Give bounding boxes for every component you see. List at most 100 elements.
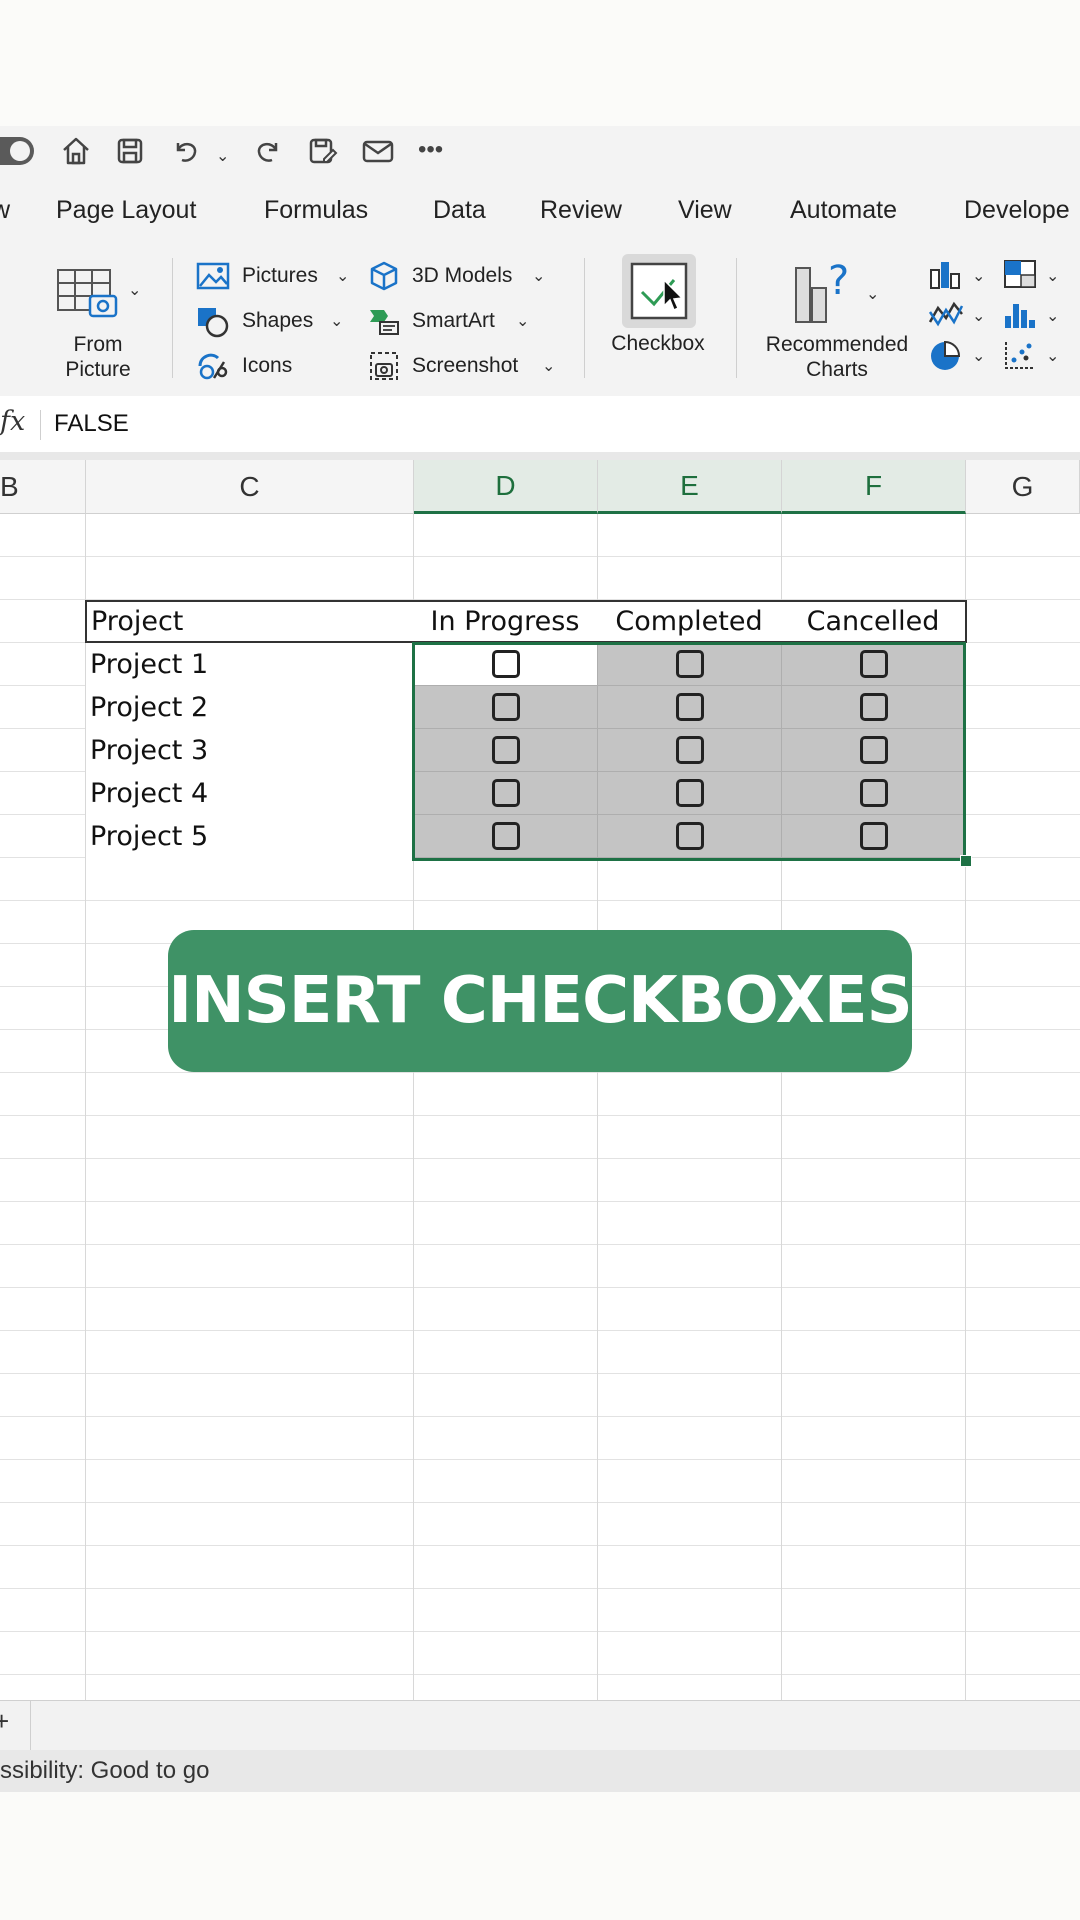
undo-icon[interactable]: [166, 131, 206, 171]
from-picture-chevron-down-icon[interactable]: ⌄: [128, 280, 141, 300]
table-row-name[interactable]: Project 5: [86, 815, 413, 858]
column-header-f[interactable]: F: [782, 460, 966, 514]
autosave-toggle[interactable]: [0, 137, 34, 165]
checkbox-input[interactable]: [859, 822, 888, 850]
checkbox-input[interactable]: [859, 693, 888, 721]
add-sheet-button[interactable]: +: [0, 1706, 9, 1737]
table-row-name[interactable]: Project 4: [86, 772, 413, 815]
home-icon[interactable]: [56, 131, 96, 171]
tab-review[interactable]: Review: [540, 196, 622, 225]
tab-partial[interactable]: w: [0, 196, 10, 225]
statistic-chart-chevron-down-icon[interactable]: ⌄: [1046, 306, 1059, 326]
screenshot-chevron-down-icon[interactable]: ⌄: [542, 356, 555, 376]
column-chart-icon[interactable]: [928, 258, 964, 290]
checkbox-cell[interactable]: [598, 815, 782, 858]
tab-developer[interactable]: Develope: [964, 196, 1070, 225]
column-header-d[interactable]: D: [414, 460, 598, 514]
accessibility-status[interactable]: ssibility: Good to go: [0, 1757, 209, 1785]
tab-formulas[interactable]: Formulas: [264, 196, 368, 225]
statistic-chart-icon[interactable]: [1002, 298, 1038, 330]
smartart-icon[interactable]: [368, 306, 400, 336]
checkbox-input[interactable]: [491, 650, 520, 678]
fill-handle[interactable]: [960, 855, 972, 867]
checkbox-cell[interactable]: [782, 643, 966, 686]
checkbox-input[interactable]: [675, 736, 704, 764]
3d-models-label[interactable]: 3D Models: [412, 264, 512, 288]
checkbox-cell[interactable]: [782, 729, 966, 772]
tab-data[interactable]: Data: [433, 196, 486, 225]
checkbox-cell[interactable]: [782, 815, 966, 858]
shapes-chevron-down-icon[interactable]: ⌄: [330, 311, 343, 331]
pie-chart-icon[interactable]: [928, 338, 964, 372]
checkbox-input[interactable]: [491, 736, 520, 764]
tab-automate[interactable]: Automate: [790, 196, 897, 225]
line-chart-chevron-down-icon[interactable]: ⌄: [972, 306, 985, 326]
checkbox-cell[interactable]: [782, 772, 966, 815]
save-icon[interactable]: [110, 131, 150, 171]
from-picture-icon[interactable]: [56, 266, 120, 322]
recommended-charts-icon[interactable]: ?: [792, 258, 864, 324]
checkbox-input[interactable]: [675, 693, 704, 721]
pictures-chevron-down-icon[interactable]: ⌄: [336, 266, 349, 286]
column-header-c[interactable]: C: [86, 460, 414, 514]
from-picture-label[interactable]: From Picture: [48, 332, 148, 382]
checkbox-cell[interactable]: [414, 686, 598, 729]
table-header-in-progress[interactable]: In Progress: [413, 600, 599, 643]
screenshot-icon[interactable]: [368, 350, 400, 382]
recommended-charts-chevron-down-icon[interactable]: ⌄: [866, 284, 879, 304]
checkbox-cell[interactable]: [782, 686, 966, 729]
checkbox-input[interactable]: [675, 779, 704, 807]
shapes-label[interactable]: Shapes: [242, 309, 313, 333]
checkbox-cell[interactable]: [598, 772, 782, 815]
checkbox-input[interactable]: [859, 650, 888, 678]
screenshot-label[interactable]: Screenshot: [412, 354, 518, 378]
formula-input[interactable]: FALSE: [54, 410, 129, 438]
checkbox-input[interactable]: [491, 822, 520, 850]
checkbox-label[interactable]: Checkbox: [598, 332, 718, 356]
save-as-icon[interactable]: [302, 131, 342, 171]
smartart-chevron-down-icon[interactable]: ⌄: [516, 311, 529, 331]
checkbox-input[interactable]: [491, 693, 520, 721]
tab-page-layout[interactable]: Page Layout: [56, 196, 196, 225]
scatter-chart-chevron-down-icon[interactable]: ⌄: [1046, 346, 1059, 366]
mail-icon[interactable]: [358, 131, 398, 171]
line-chart-icon[interactable]: [928, 298, 964, 330]
smartart-label[interactable]: SmartArt: [412, 309, 495, 333]
checkbox-input[interactable]: [675, 650, 704, 678]
checkbox-cell[interactable]: [598, 643, 782, 686]
checkbox-cell[interactable]: [598, 686, 782, 729]
function-icon[interactable]: fx: [0, 406, 25, 437]
column-header-g[interactable]: G: [966, 460, 1080, 514]
hierarchy-chart-icon[interactable]: [1002, 258, 1038, 290]
checkbox-cell[interactable]: [414, 729, 598, 772]
checkbox-input[interactable]: [859, 736, 888, 764]
icons-icon[interactable]: [196, 350, 230, 382]
table-header-completed[interactable]: Completed: [597, 600, 783, 643]
scatter-chart-icon[interactable]: [1002, 338, 1038, 372]
table-header-project[interactable]: Project: [85, 600, 415, 643]
table-row-name[interactable]: Project 2: [86, 686, 413, 729]
tab-view[interactable]: View: [678, 196, 732, 225]
recommended-charts-label[interactable]: Recommended Charts: [752, 332, 922, 382]
more-icon[interactable]: •••: [418, 136, 443, 164]
table-row-name[interactable]: Project 1: [86, 643, 413, 686]
redo-icon[interactable]: [248, 131, 288, 171]
table-header-cancelled[interactable]: Cancelled: [781, 600, 967, 643]
undo-chevron-down-icon[interactable]: ⌄: [216, 146, 229, 166]
column-header-e[interactable]: E: [598, 460, 782, 514]
3d-models-chevron-down-icon[interactable]: ⌄: [532, 266, 545, 286]
checkbox-button[interactable]: [622, 254, 696, 328]
checkbox-cell[interactable]: [414, 643, 598, 686]
column-header-b[interactable]: B: [0, 460, 86, 514]
3d-models-icon[interactable]: [368, 260, 400, 292]
pie-chart-chevron-down-icon[interactable]: ⌄: [972, 346, 985, 366]
checkbox-cell[interactable]: [414, 772, 598, 815]
pictures-icon[interactable]: [196, 262, 230, 290]
shapes-icon[interactable]: [196, 306, 230, 338]
checkbox-input[interactable]: [859, 779, 888, 807]
checkbox-cell[interactable]: [598, 729, 782, 772]
checkbox-cell[interactable]: [414, 815, 598, 858]
hierarchy-chart-chevron-down-icon[interactable]: ⌄: [1046, 266, 1059, 286]
pictures-label[interactable]: Pictures: [242, 264, 318, 288]
checkbox-input[interactable]: [491, 779, 520, 807]
